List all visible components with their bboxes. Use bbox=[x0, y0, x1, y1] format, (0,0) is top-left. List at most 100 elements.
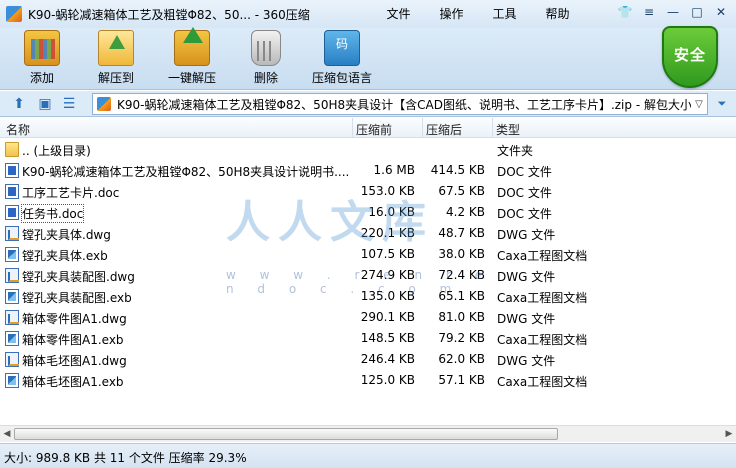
folder-icon bbox=[5, 142, 19, 157]
file-name: .. (上级目录) bbox=[22, 144, 91, 158]
path-text: K90-蜗轮减速箱体工艺及粗镗Φ82、50H8夹具设计【含CAD图纸、说明书、工… bbox=[117, 97, 691, 112]
horizontal-scrollbar[interactable]: ◀ ▶ bbox=[0, 425, 736, 442]
add-button[interactable]: 添加 bbox=[20, 30, 64, 86]
exb-file-icon bbox=[5, 289, 19, 304]
column-divider[interactable] bbox=[492, 118, 493, 138]
scroll-right-icon[interactable]: ▶ bbox=[722, 428, 736, 441]
skin-icon[interactable]: 👕 bbox=[614, 3, 636, 21]
file-compressed-size: 38.0 KB bbox=[438, 247, 485, 261]
file-type: Caxa工程图文档 bbox=[497, 291, 588, 305]
file-original-size: 135.0 KB bbox=[360, 289, 415, 303]
menu-tools[interactable]: 工具 bbox=[478, 0, 531, 24]
up-arrow-icon[interactable]: ⬆ bbox=[10, 95, 28, 113]
one-key-extract-button[interactable]: 一键解压 bbox=[164, 27, 220, 86]
file-name: 镗孔夹具体.exb bbox=[22, 249, 108, 263]
minimize-button[interactable]: — bbox=[662, 3, 684, 21]
file-name: 箱体毛坯图A1.dwg bbox=[22, 354, 127, 368]
file-name: 镗孔夹具体.dwg bbox=[22, 228, 111, 242]
file-row[interactable]: 箱体毛坯图A1.dwg 246.4 KB 62.0 KB DWG 文件 bbox=[0, 349, 736, 370]
column-type[interactable]: 类型 bbox=[496, 121, 520, 138]
file-type: Caxa工程图文档 bbox=[497, 249, 588, 263]
file-row[interactable]: 任务书.doc 16.0 KB 4.2 KB DOC 文件 bbox=[0, 202, 736, 223]
address-bar: ⬆ ▣ ☰ K90-蜗轮减速箱体工艺及粗镗Φ82、50H8夹具设计【含CAD图纸… bbox=[0, 91, 736, 117]
view-icon[interactable]: ▣ bbox=[36, 95, 54, 113]
column-divider[interactable] bbox=[422, 118, 423, 138]
maximize-button[interactable]: □ bbox=[686, 3, 708, 21]
file-original-size: 274.9 KB bbox=[360, 268, 415, 282]
list-view-icon[interactable]: ☰ bbox=[60, 95, 78, 113]
file-original-size: 1.6 MB bbox=[373, 163, 415, 177]
file-original-size: 148.5 KB bbox=[360, 331, 415, 345]
exb-file-icon bbox=[5, 331, 19, 346]
file-type: Caxa工程图文档 bbox=[497, 375, 588, 389]
exb-file-icon bbox=[5, 373, 19, 388]
exb-file-icon bbox=[5, 247, 19, 262]
file-compressed-size: 48.7 KB bbox=[438, 226, 485, 240]
file-row[interactable]: 箱体毛坯图A1.exb 125.0 KB 57.1 KB Caxa工程图文档 bbox=[0, 370, 736, 391]
add-label: 添加 bbox=[29, 71, 54, 85]
file-name: 工序工艺卡片.doc bbox=[22, 186, 120, 200]
doc-file-icon bbox=[5, 205, 19, 220]
extract-to-button[interactable]: 解压到 bbox=[94, 30, 138, 86]
lang-label: 压缩包语言 bbox=[311, 71, 372, 85]
safe-badge[interactable]: 安全 bbox=[662, 26, 718, 90]
file-row[interactable]: 箱体零件图A1.exb 148.5 KB 79.2 KB Caxa工程图文档 bbox=[0, 328, 736, 349]
path-nav-icon[interactable]: ⏷ bbox=[712, 95, 732, 113]
column-divider[interactable] bbox=[352, 118, 353, 138]
file-type: DWG 文件 bbox=[497, 228, 556, 242]
menu-help[interactable]: 帮助 bbox=[531, 0, 584, 24]
file-name: K90-蜗轮减速箱体工艺及粗镗Φ82、50H8夹具设计说明书.... bbox=[22, 165, 350, 179]
scrollbar-thumb[interactable] bbox=[14, 428, 558, 440]
file-row[interactable]: 镗孔夹具体.exb 107.5 KB 38.0 KB Caxa工程图文档 bbox=[0, 244, 736, 265]
archive-language-button[interactable]: 码 压缩包语言 bbox=[310, 30, 374, 86]
file-compressed-size: 72.4 KB bbox=[438, 268, 485, 282]
path-dropdown-icon[interactable]: ▽ bbox=[691, 99, 707, 110]
file-type: DWG 文件 bbox=[497, 312, 556, 326]
dwg-file-icon bbox=[5, 268, 19, 283]
file-compressed-size: 65.1 KB bbox=[438, 289, 485, 303]
onekey-label: 一键解压 bbox=[167, 71, 216, 85]
file-row[interactable]: .. (上级目录) 文件夹 bbox=[0, 139, 736, 160]
file-row[interactable]: 箱体零件图A1.dwg 290.1 KB 81.0 KB DWG 文件 bbox=[0, 307, 736, 328]
main-menu-icon[interactable]: ≡ bbox=[638, 3, 660, 21]
menu-operate[interactable]: 操作 bbox=[425, 0, 478, 24]
doc-file-icon bbox=[5, 184, 19, 199]
safe-label: 安全 bbox=[673, 46, 706, 64]
file-type: 文件夹 bbox=[497, 144, 534, 158]
file-original-size: 246.4 KB bbox=[360, 352, 415, 366]
close-button[interactable]: ✕ bbox=[710, 3, 732, 21]
file-original-size: 290.1 KB bbox=[360, 310, 415, 324]
file-compressed-size: 62.0 KB bbox=[438, 352, 485, 366]
column-original-size[interactable]: 压缩前 bbox=[356, 121, 392, 138]
file-row[interactable]: K90-蜗轮减速箱体工艺及粗镗Φ82、50H8夹具设计说明书.... 1.6 MB… bbox=[0, 160, 736, 181]
file-row[interactable]: 镗孔夹具体.dwg 220.1 KB 48.7 KB DWG 文件 bbox=[0, 223, 736, 244]
file-compressed-size: 81.0 KB bbox=[438, 310, 485, 324]
menu-file[interactable]: 文件 bbox=[372, 0, 425, 24]
file-compressed-size: 4.2 KB bbox=[446, 205, 485, 219]
status-bar: 大小: 989.8 KB 共 11 个文件 压缩率 29.3% bbox=[0, 443, 736, 468]
file-row[interactable]: 工序工艺卡片.doc 153.0 KB 67.5 KB DOC 文件 bbox=[0, 181, 736, 202]
trash-icon bbox=[251, 30, 281, 66]
column-compressed-size[interactable]: 压缩后 bbox=[426, 121, 462, 138]
file-original-size: 16.0 KB bbox=[368, 205, 415, 219]
delete-label: 删除 bbox=[253, 71, 278, 85]
file-original-size: 153.0 KB bbox=[360, 184, 415, 198]
column-name[interactable]: 名称 bbox=[6, 121, 30, 138]
file-name: 箱体零件图A1.exb bbox=[22, 333, 124, 347]
file-row[interactable]: 镗孔夹具装配图.dwg 274.9 KB 72.4 KB DWG 文件 bbox=[0, 265, 736, 286]
folder-extract-icon bbox=[98, 30, 134, 66]
file-compressed-size: 67.5 KB bbox=[438, 184, 485, 198]
scroll-left-icon[interactable]: ◀ bbox=[0, 428, 14, 441]
delete-button[interactable]: 删除 bbox=[248, 30, 284, 86]
file-row[interactable]: 镗孔夹具装配图.exb 135.0 KB 65.1 KB Caxa工程图文档 bbox=[0, 286, 736, 307]
file-compressed-size: 57.1 KB bbox=[438, 373, 485, 387]
file-type: DOC 文件 bbox=[497, 207, 552, 221]
doc-file-icon bbox=[5, 163, 19, 178]
menu-bar: 文件 操作 工具 帮助 bbox=[372, 0, 584, 24]
archive-add-icon bbox=[24, 30, 60, 66]
file-type: DOC 文件 bbox=[497, 165, 552, 179]
file-original-size: 125.0 KB bbox=[360, 373, 415, 387]
file-original-size: 107.5 KB bbox=[360, 247, 415, 261]
path-field[interactable]: K90-蜗轮减速箱体工艺及粗镗Φ82、50H8夹具设计【含CAD图纸、说明书、工… bbox=[92, 93, 708, 115]
language-icon: 码 bbox=[324, 30, 360, 66]
